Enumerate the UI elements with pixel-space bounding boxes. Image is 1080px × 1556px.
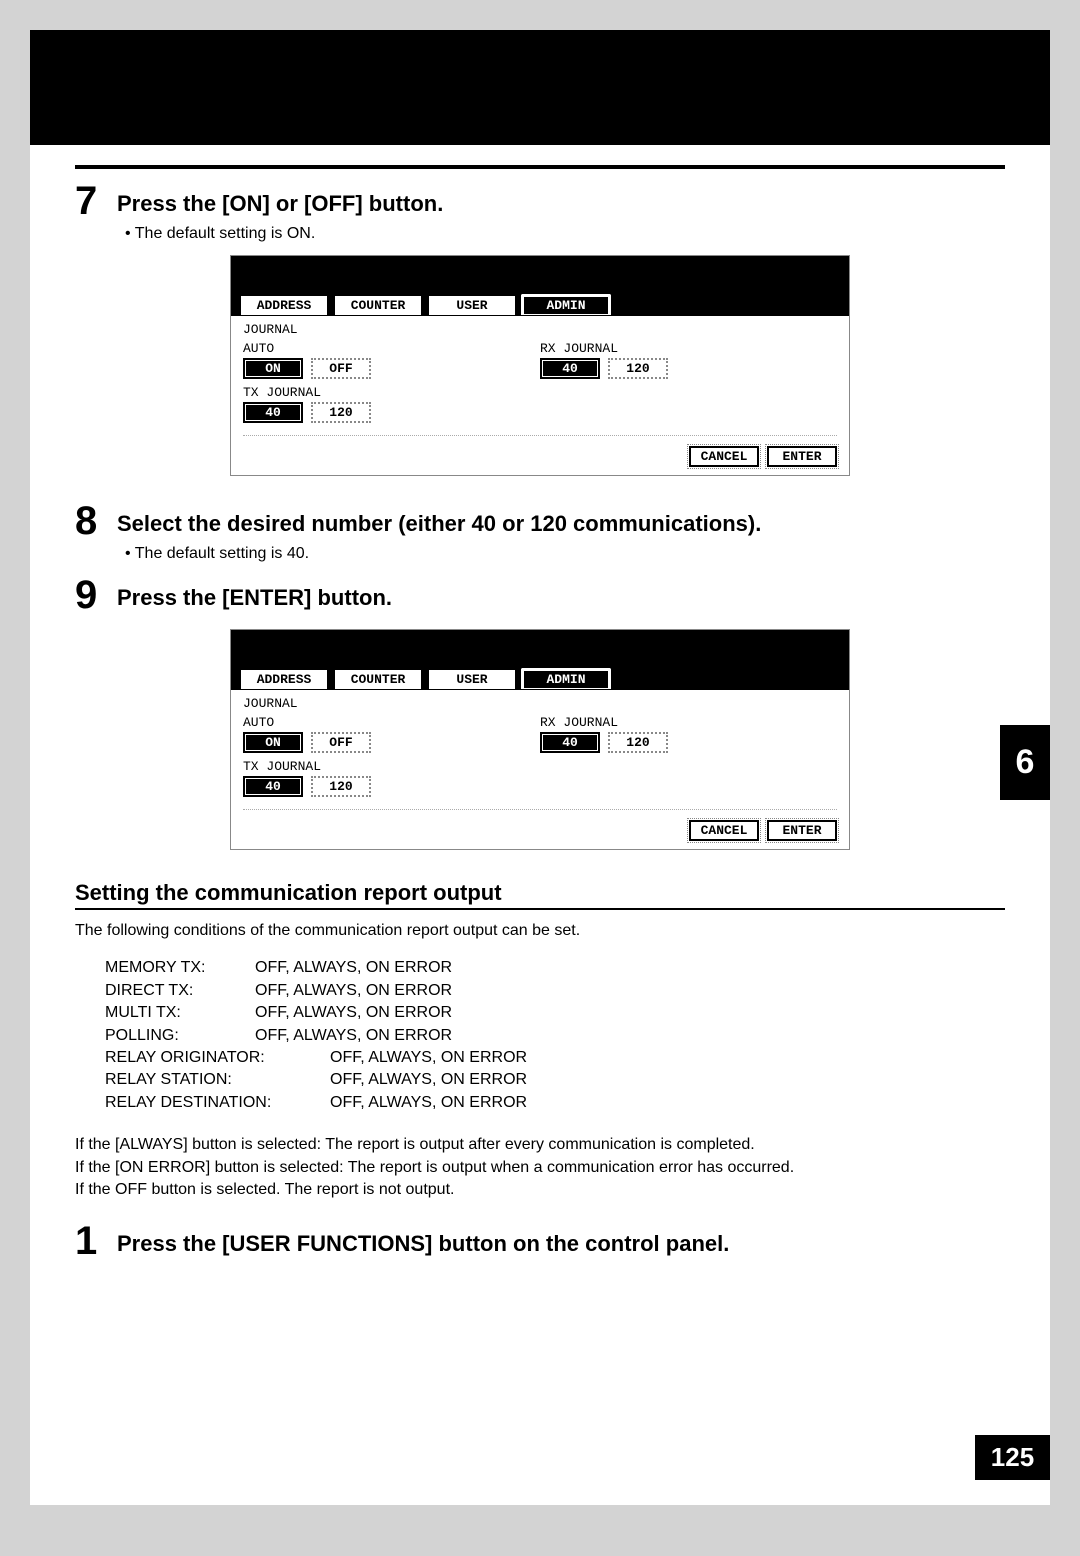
- journal-label: JOURNAL: [243, 322, 837, 337]
- note-line: If the [ALWAYS] button is selected: The …: [75, 1134, 1005, 1156]
- rx-journal-label: RX JOURNAL: [540, 715, 837, 730]
- tx-journal-label: TX JOURNAL: [243, 759, 540, 774]
- option-row: DIRECT TX:OFF, ALWAYS, ON ERROR: [105, 980, 1005, 1002]
- option-label: RELAY DESTINATION:: [105, 1092, 330, 1114]
- option-label: RELAY STATION:: [105, 1069, 330, 1091]
- lcd-screenshot-1: ADDRESS COUNTER USER ADMIN JOURNAL AUTO …: [230, 255, 850, 476]
- enter-button[interactable]: ENTER: [767, 820, 837, 841]
- option-row: MULTI TX:OFF, ALWAYS, ON ERROR: [105, 1002, 1005, 1024]
- option-row: RELAY STATION:OFF, ALWAYS, ON ERROR: [105, 1069, 1005, 1091]
- journal-label: JOURNAL: [243, 696, 837, 711]
- option-label: POLLING:: [105, 1025, 255, 1047]
- step-title: Select the desired number (either 40 or …: [117, 501, 761, 537]
- notes-block: If the [ALWAYS] button is selected: The …: [75, 1134, 1005, 1201]
- rx-journal-label: RX JOURNAL: [540, 341, 837, 356]
- step-title: Press the [USER FUNCTIONS] button on the…: [117, 1221, 729, 1257]
- lcd-footer: CANCEL ENTER: [231, 820, 849, 849]
- rx-120-button[interactable]: 120: [608, 732, 668, 753]
- top-rule: [75, 165, 1005, 169]
- option-values: OFF, ALWAYS, ON ERROR: [255, 980, 452, 1002]
- step-9: 9 Press the [ENTER] button.: [75, 575, 1005, 615]
- note-line: If the OFF button is selected. The repor…: [75, 1179, 1005, 1201]
- cancel-button[interactable]: CANCEL: [689, 820, 759, 841]
- tx-40-button[interactable]: 40: [243, 402, 303, 423]
- lcd-tabs: ADDRESS COUNTER USER ADMIN: [231, 668, 849, 689]
- lcd-tabs: ADDRESS COUNTER USER ADMIN: [231, 294, 849, 315]
- tx-120-button[interactable]: 120: [311, 776, 371, 797]
- rx-120-button[interactable]: 120: [608, 358, 668, 379]
- auto-label: AUTO: [243, 715, 540, 730]
- chapter-side-tab: 6: [1000, 725, 1050, 800]
- tab-counter[interactable]: COUNTER: [333, 668, 423, 689]
- option-row: POLLING:OFF, ALWAYS, ON ERROR: [105, 1025, 1005, 1047]
- cancel-button[interactable]: CANCEL: [689, 446, 759, 467]
- option-values: OFF, ALWAYS, ON ERROR: [330, 1092, 527, 1114]
- on-button[interactable]: ON: [243, 358, 303, 379]
- page-number: 125: [975, 1435, 1050, 1480]
- tab-admin[interactable]: ADMIN: [521, 668, 611, 689]
- tab-address[interactable]: ADDRESS: [239, 668, 329, 689]
- section-heading: Setting the communication report output: [75, 880, 1005, 906]
- tx-journal-label: TX JOURNAL: [243, 385, 540, 400]
- tab-admin[interactable]: ADMIN: [521, 294, 611, 315]
- options-table: MEMORY TX:OFF, ALWAYS, ON ERRORDIRECT TX…: [105, 957, 1005, 1114]
- option-label: MULTI TX:: [105, 1002, 255, 1024]
- tab-counter[interactable]: COUNTER: [333, 294, 423, 315]
- off-button[interactable]: OFF: [311, 732, 371, 753]
- step-7: 7 Press the [ON] or [OFF] button.: [75, 181, 1005, 221]
- lcd-body: JOURNAL AUTO ON OFF TX JOURNAL 40 120 RX…: [231, 690, 849, 820]
- option-row: MEMORY TX:OFF, ALWAYS, ON ERROR: [105, 957, 1005, 979]
- section-underline: [75, 908, 1005, 910]
- lcd-screenshot-2: ADDRESS COUNTER USER ADMIN JOURNAL AUTO …: [230, 629, 850, 850]
- option-values: OFF, ALWAYS, ON ERROR: [330, 1047, 527, 1069]
- option-row: RELAY ORIGINATOR:OFF, ALWAYS, ON ERROR: [105, 1047, 1005, 1069]
- section-intro: The following conditions of the communic…: [75, 920, 1005, 942]
- tab-user[interactable]: USER: [427, 294, 517, 315]
- dotted-divider: [243, 435, 837, 436]
- option-values: OFF, ALWAYS, ON ERROR: [255, 1002, 452, 1024]
- option-row: RELAY DESTINATION:OFF, ALWAYS, ON ERROR: [105, 1092, 1005, 1114]
- off-button[interactable]: OFF: [311, 358, 371, 379]
- auto-label: AUTO: [243, 341, 540, 356]
- note-line: If the [ON ERROR] button is selected: Th…: [75, 1157, 1005, 1179]
- option-values: OFF, ALWAYS, ON ERROR: [330, 1069, 527, 1091]
- option-label: RELAY ORIGINATOR:: [105, 1047, 330, 1069]
- tx-40-button[interactable]: 40: [243, 776, 303, 797]
- step-bullet: The default setting is 40.: [125, 545, 1005, 563]
- step-title: Press the [ENTER] button.: [117, 575, 392, 611]
- step-number: 1: [75, 1221, 107, 1261]
- enter-button[interactable]: ENTER: [767, 446, 837, 467]
- option-label: MEMORY TX:: [105, 957, 255, 979]
- tab-address[interactable]: ADDRESS: [239, 294, 329, 315]
- step-title: Press the [ON] or [OFF] button.: [117, 181, 443, 217]
- step-1: 1 Press the [USER FUNCTIONS] button on t…: [75, 1221, 1005, 1261]
- top-black-header: [30, 30, 1050, 145]
- dotted-divider: [243, 809, 837, 810]
- lcd-footer: CANCEL ENTER: [231, 446, 849, 475]
- step-number: 9: [75, 575, 107, 615]
- option-values: OFF, ALWAYS, ON ERROR: [255, 1025, 452, 1047]
- step-bullet: The default setting is ON.: [125, 225, 1005, 243]
- tx-120-button[interactable]: 120: [311, 402, 371, 423]
- on-button[interactable]: ON: [243, 732, 303, 753]
- option-values: OFF, ALWAYS, ON ERROR: [255, 957, 452, 979]
- tab-user[interactable]: USER: [427, 668, 517, 689]
- rx-40-button[interactable]: 40: [540, 732, 600, 753]
- step-number: 8: [75, 501, 107, 541]
- lcd-body: JOURNAL AUTO ON OFF TX JOURNAL 40 120 RX…: [231, 316, 849, 446]
- rx-40-button[interactable]: 40: [540, 358, 600, 379]
- step-number: 7: [75, 181, 107, 221]
- page-content: 7 Press the [ON] or [OFF] button. The de…: [30, 145, 1050, 1505]
- option-label: DIRECT TX:: [105, 980, 255, 1002]
- step-8: 8 Select the desired number (either 40 o…: [75, 501, 1005, 541]
